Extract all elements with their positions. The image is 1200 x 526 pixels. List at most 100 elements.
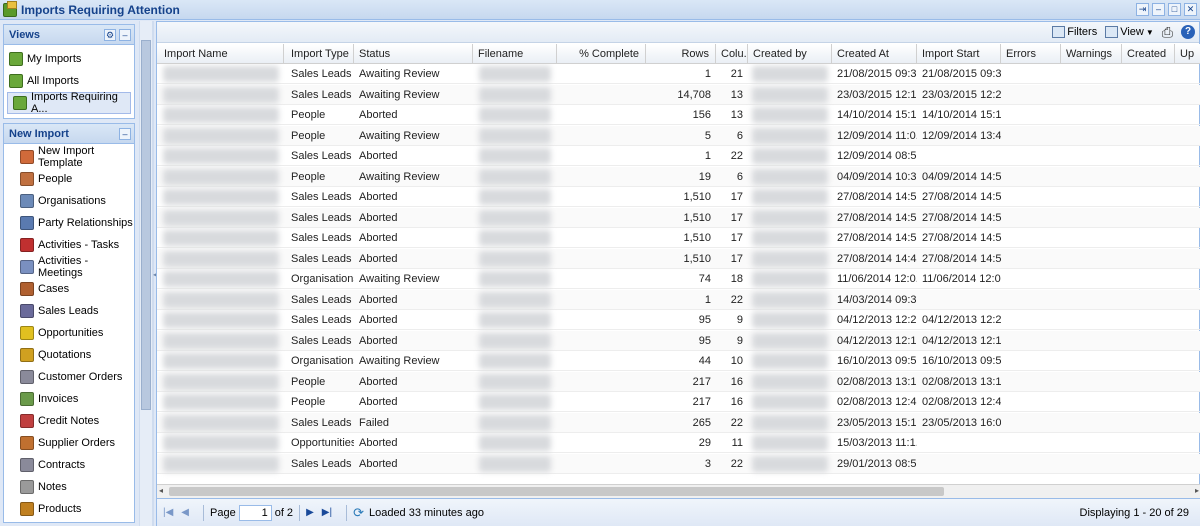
table-row[interactable]: People Aborted 217 16 02/08/2013 13:1... 02/0… — [157, 371, 1200, 392]
new-import-item[interactable]: Notes — [4, 476, 134, 498]
column-header[interactable]: Warnings — [1061, 44, 1122, 63]
view-button[interactable]: View ▼ — [1105, 26, 1154, 38]
last-page-icon[interactable]: ▶| — [322, 507, 332, 518]
column-header[interactable]: Colu... — [716, 44, 748, 63]
table-row[interactable]: Sales Leads Aborted 1,510 17 27/08/2014 14:5… — [157, 207, 1200, 228]
new-import-item[interactable]: People — [4, 168, 134, 190]
collapse-icon[interactable]: – — [119, 28, 131, 41]
view-item[interactable]: All Imports — [4, 70, 134, 92]
table-row[interactable]: Sales Leads Aborted 1 22 14/03/2014 09:3... — [157, 289, 1200, 310]
column-header[interactable]: Import Name — [159, 44, 284, 63]
column-header[interactable]: Errors — [1001, 44, 1061, 63]
new-import-item[interactable]: Activities - Meetings — [4, 255, 134, 279]
maximize-icon[interactable]: □ — [1168, 3, 1181, 16]
print-button[interactable]: ⎙ — [1162, 24, 1173, 41]
new-import-item[interactable]: New Import Template — [4, 145, 134, 169]
new-import-item[interactable]: Invoices — [4, 388, 134, 410]
view-item[interactable]: Imports Requiring A... — [7, 91, 131, 115]
column-header[interactable]: Created At — [832, 44, 917, 63]
table-row[interactable]: Sales Leads Failed 265 22 23/05/2013 15:1...… — [157, 412, 1200, 433]
table-row[interactable]: Organisations Awaiting Review 74 18 11/06/20… — [157, 269, 1200, 289]
new-import-item[interactable]: Party Relationships — [4, 212, 134, 234]
sidebar-scroll-thumb[interactable] — [141, 40, 151, 410]
collapse-icon[interactable]: – — [119, 127, 131, 140]
new-import-item[interactable]: Cases — [4, 278, 134, 300]
imports-grid-panel: Filters View ▼ ⎙ ? Import Name Import Typ… — [156, 21, 1200, 526]
horizontal-scroll-thumb[interactable] — [169, 487, 944, 496]
redacted-cell — [163, 148, 279, 164]
cell-created-at: 04/09/2014 10:3... — [837, 170, 917, 183]
window-titlebar: Imports Requiring Attention ⇥ – □ ✕ — [0, 0, 1200, 20]
cell-import-start: 27/08/2014 14:5... — [922, 252, 1001, 265]
column-header[interactable]: Up — [1175, 44, 1200, 63]
horizontal-scrollbar[interactable]: ◂ ▸ — [157, 484, 1200, 498]
cell-type: Sales Leads — [291, 252, 352, 265]
cell-cols: 21 — [730, 68, 743, 80]
cell-cols: 9 — [736, 334, 743, 347]
page-number-input[interactable]: 1 — [238, 504, 272, 521]
new-import-item[interactable]: Credit Notes — [4, 410, 134, 432]
grid-toolbar: Filters View ▼ ⎙ ? — [157, 22, 1199, 43]
column-header[interactable]: Status — [354, 44, 473, 63]
new-import-item[interactable]: Opportunities — [4, 322, 134, 344]
table-row[interactable]: Sales Leads Aborted 95 9 04/12/2013 12:2... 0… — [157, 310, 1200, 330]
cell-import-start: 23/05/2013 16:0... — [922, 416, 1001, 429]
help-icon: ? — [1181, 25, 1195, 39]
cell-cols: 17 — [730, 232, 743, 244]
redacted-cell — [163, 332, 279, 349]
table-row[interactable]: People Aborted 156 13 14/10/2014 15:1... 14/1… — [157, 105, 1200, 125]
cell-type: Sales Leads — [291, 457, 352, 470]
new-import-item[interactable]: Contracts — [4, 454, 134, 476]
help-button[interactable]: ? — [1181, 25, 1195, 39]
column-header[interactable]: Rows — [646, 44, 716, 63]
minimize-icon[interactable]: – — [1152, 3, 1165, 16]
column-header[interactable]: Import Type — [286, 44, 354, 63]
table-row[interactable]: Sales Leads Aborted 3 22 29/01/2013 08:5... — [157, 453, 1200, 474]
cell-rows: 19 — [698, 170, 711, 183]
table-row[interactable]: Sales Leads Aborted 1,510 17 27/08/2014 14:5… — [157, 228, 1200, 248]
table-row[interactable]: Sales Leads Aborted 1,510 17 27/08/2014 14:5… — [157, 187, 1200, 207]
new-import-item[interactable]: Customer Orders — [4, 366, 134, 388]
settings-icon[interactable]: ⚙ — [104, 28, 116, 41]
view-item-label: Imports Requiring A... — [31, 91, 118, 115]
new-import-item[interactable]: Products — [4, 498, 134, 520]
new-import-item[interactable]: Organisations — [4, 190, 134, 212]
prev-page-icon[interactable]: ◀ — [181, 507, 189, 518]
first-page-icon[interactable]: |◀ — [163, 507, 173, 518]
view-item[interactable]: My Imports — [4, 48, 134, 70]
column-header[interactable]: % Complete — [557, 44, 646, 63]
new-import-item[interactable]: Activities - Tasks — [4, 234, 134, 256]
refresh-icon[interactable]: ⟳ — [353, 505, 364, 521]
table-row[interactable]: Sales Leads Aborted 1 22 12/09/2014 08:5... — [157, 146, 1200, 166]
scroll-left-icon[interactable]: ◂ — [159, 486, 163, 495]
column-header[interactable]: Import Start — [917, 44, 1001, 63]
filters-button[interactable]: Filters — [1052, 26, 1097, 38]
column-header[interactable]: Filename — [473, 44, 557, 63]
column-header[interactable]: Created by — [748, 44, 832, 63]
redacted-cell — [479, 209, 551, 226]
page-label: Page — [210, 506, 236, 519]
column-header[interactable]: Created — [1122, 44, 1175, 63]
table-row[interactable]: Sales Leads Aborted 1,510 17 27/08/2014 14:4… — [157, 248, 1200, 269]
pin-icon[interactable]: ⇥ — [1136, 3, 1149, 16]
table-row[interactable]: Sales Leads Awaiting Review 14,708 13 23/03/… — [157, 84, 1200, 105]
table-row[interactable]: Organisations Awaiting Review 44 10 16/10/20… — [157, 351, 1200, 371]
new-import-item[interactable]: Sales Leads — [4, 300, 134, 322]
cell-import-start — [917, 290, 1001, 310]
cell-status: Aborted — [359, 396, 398, 408]
cell-import-start: 27/08/2014 14:5... — [922, 191, 1001, 203]
table-row[interactable]: Opportunities Aborted 29 11 15/03/2013 11:1.… — [157, 433, 1200, 453]
table-row[interactable]: People Aborted 217 16 02/08/2013 12:4... 02/0… — [157, 392, 1200, 412]
table-row[interactable]: People Awaiting Review 19 6 04/09/2014 10:3.… — [157, 166, 1200, 187]
new-import-item-label: New Import Template — [38, 145, 95, 169]
new-import-item[interactable]: Supplier Orders — [4, 432, 134, 454]
table-row[interactable]: Sales Leads Awaiting Review 1 21 21/08/2015 … — [157, 64, 1200, 84]
imports-icon — [9, 52, 23, 66]
close-icon[interactable]: ✕ — [1184, 3, 1197, 16]
next-page-icon[interactable]: ▶ — [306, 507, 314, 518]
table-row[interactable]: Sales Leads Aborted 95 9 04/12/2013 12:1... 0… — [157, 330, 1200, 351]
new-import-item[interactable]: Quotations — [4, 344, 134, 366]
cell-type: Sales Leads — [291, 293, 352, 306]
table-row[interactable]: People Awaiting Review 5 6 12/09/2014 11:0..… — [157, 125, 1200, 146]
scroll-right-icon[interactable]: ▸ — [1195, 486, 1199, 495]
